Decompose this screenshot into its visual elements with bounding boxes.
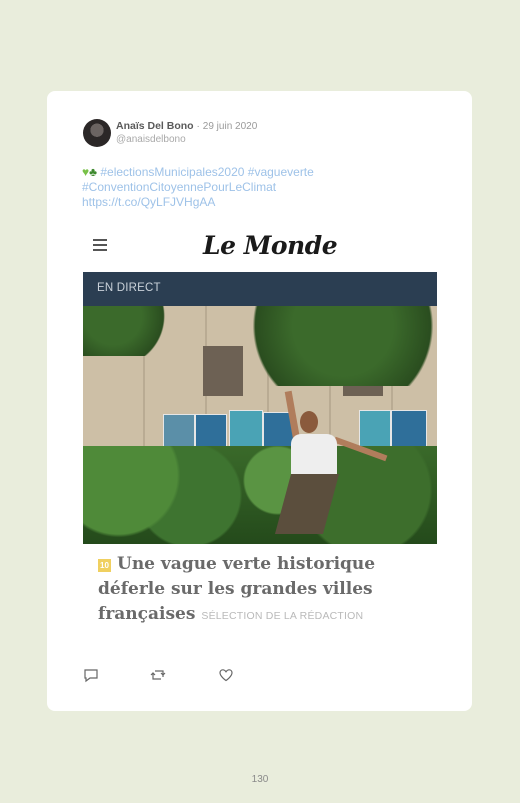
selection-label: SÉLECTION DE LA RÉDACTION — [201, 610, 364, 622]
hashtags-line-1[interactable]: #electionsMunicipales2020 #vagueverte — [100, 165, 313, 179]
live-badge-icon: 10 — [98, 559, 111, 572]
tweet-link[interactable]: https://t.co/QyLFJVHgAA — [82, 195, 442, 210]
retweet-icon[interactable] — [150, 667, 166, 683]
heart-icon[interactable] — [218, 667, 234, 683]
person-shirt — [291, 434, 337, 478]
headline-line-2: déferle sur les grandes villes — [98, 579, 373, 599]
author-handle[interactable]: @anaisdelbono — [116, 134, 186, 145]
tree-foliage — [233, 306, 437, 386]
lemonde-header: Le Monde — [83, 231, 437, 271]
live-label: EN DIRECT — [97, 282, 161, 294]
tweet-actions — [83, 667, 283, 687]
article-headline[interactable]: 10 Une vague verte historique déferle sur… — [98, 552, 398, 629]
article-photo[interactable] — [83, 306, 437, 544]
tweet-header: Anaïs Del Bono · 29 juin 2020 — [116, 120, 257, 132]
separator: · — [196, 121, 200, 132]
tree-foliage — [83, 306, 173, 356]
reply-icon[interactable] — [83, 667, 99, 683]
tweet-text: ♥♣ #electionsMunicipales2020 #vagueverte… — [82, 165, 442, 210]
page-number: 130 — [251, 774, 269, 785]
author-name[interactable]: Anaïs Del Bono — [116, 120, 194, 132]
lemonde-logo[interactable]: Le Monde — [203, 231, 403, 260]
tree-icon: ♣ — [89, 165, 97, 179]
person-head — [300, 411, 318, 433]
headline-line-1: Une vague verte historique — [117, 554, 376, 574]
tweet-card: Anaïs Del Bono · 29 juin 2020 @anaisdelb… — [47, 91, 472, 711]
live-bar[interactable]: EN DIRECT — [83, 272, 437, 306]
hamburger-menu-icon[interactable] — [93, 239, 107, 251]
tweet-line-1: ♥♣ #electionsMunicipales2020 #vagueverte — [82, 165, 442, 180]
avatar[interactable] — [83, 119, 111, 147]
hashtag-convention[interactable]: #ConventionCitoyennePourLeClimat — [82, 180, 442, 195]
headline-line-3: françaises — [98, 604, 196, 624]
tweet-date[interactable]: 29 juin 2020 — [203, 121, 258, 132]
